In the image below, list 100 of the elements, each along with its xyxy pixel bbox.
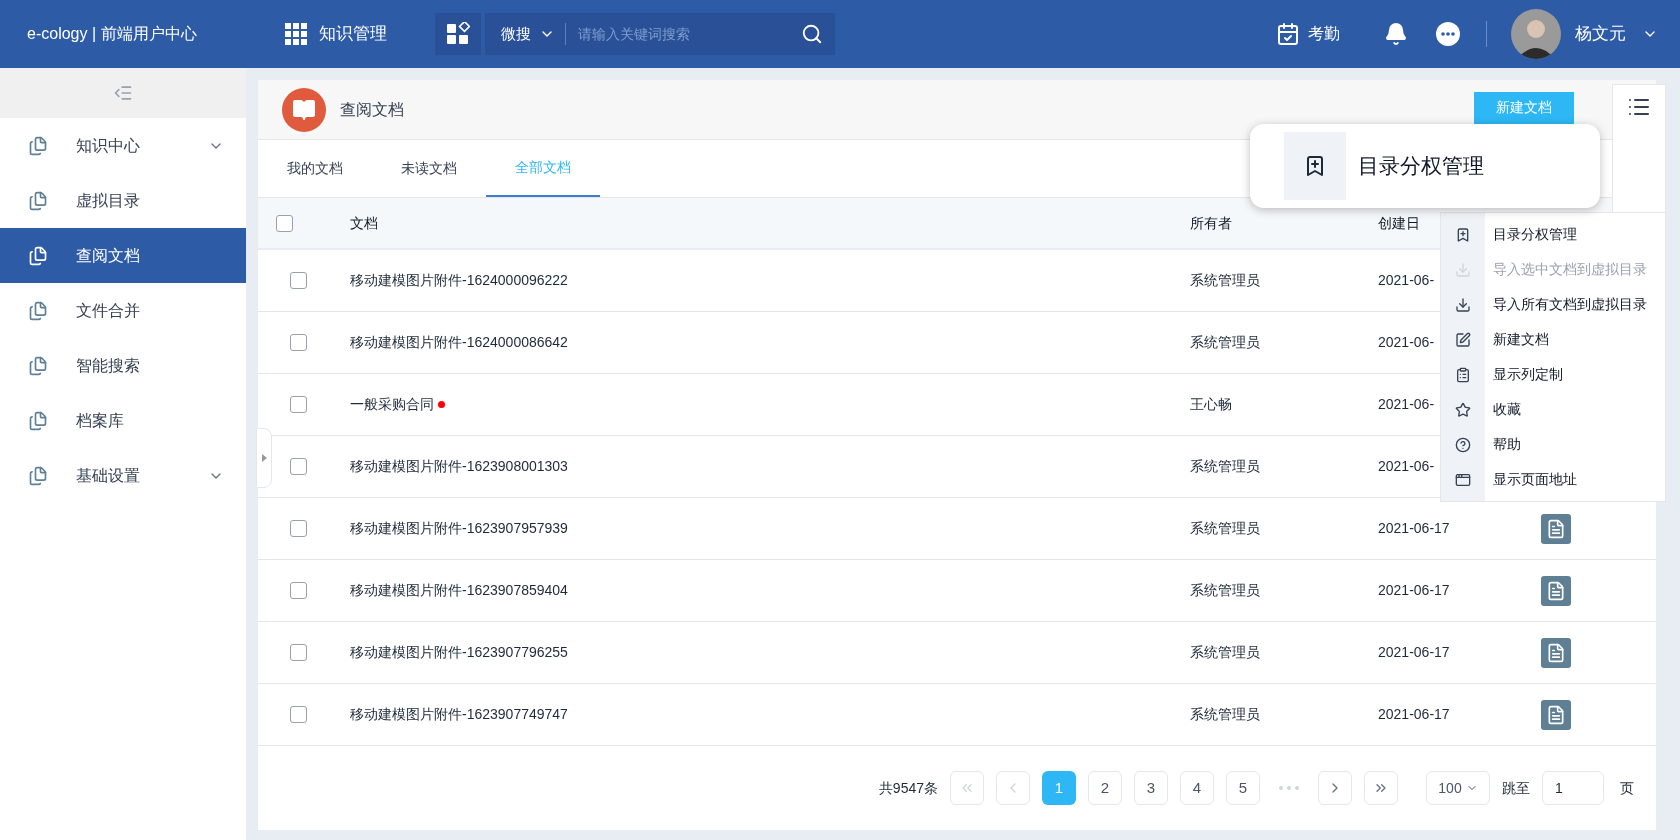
menu-item[interactable]: 目录分权管理 — [1441, 217, 1665, 252]
next-page-button[interactable] — [1318, 771, 1352, 805]
calendar-check-icon — [1276, 22, 1300, 46]
page-size-dropdown[interactable]: 100 — [1426, 771, 1490, 805]
search-scope-dropdown[interactable]: 微搜 — [485, 22, 565, 46]
clipboard-icon — [1455, 366, 1471, 383]
date-cell: 2021-06- — [1378, 334, 1435, 350]
owner-cell-text: 系统管理员 — [1190, 333, 1261, 352]
owner-cell-text: 王心畅 — [1190, 395, 1233, 414]
sidebar-item[interactable]: 基础设置 — [0, 448, 246, 503]
page-button[interactable]: 2 — [1088, 771, 1122, 805]
brand-title: e-cology | 前端用户中心 — [27, 24, 198, 44]
documents-icon — [28, 135, 48, 156]
date-cell: 2021-06-17 — [1378, 706, 1450, 722]
more-icon[interactable] — [1436, 22, 1460, 46]
jump-label: 跳至 — [1502, 778, 1530, 798]
sidebar-item[interactable]: 智能搜索 — [0, 338, 246, 393]
date-cell: 2021-06- — [1378, 272, 1435, 288]
checkbox[interactable] — [290, 458, 307, 475]
menu-item[interactable]: 导入所有文档到虚拟目录 — [1441, 287, 1665, 322]
bell-icon[interactable] — [1384, 22, 1408, 46]
download-icon — [1455, 296, 1471, 313]
avatar[interactable] — [1511, 9, 1561, 59]
document-name[interactable]: 移动建模图片附件-1623907796255 — [350, 642, 568, 663]
document-name[interactable]: 移动建模图片附件-1624000096222 — [350, 270, 568, 291]
search-icon[interactable] — [801, 23, 823, 45]
page-button[interactable]: 4 — [1180, 771, 1214, 805]
star-icon — [1455, 401, 1471, 418]
sidebar-item[interactable]: 档案库 — [0, 393, 246, 448]
date-cell: 2021-06-17 — [1378, 520, 1450, 536]
checkbox[interactable] — [290, 334, 307, 351]
document-name[interactable]: 一般采购合同 — [350, 394, 434, 415]
owner-cell-text: 系统管理员 — [1190, 581, 1261, 600]
document-name[interactable]: 移动建模图片附件-1623908001303 — [350, 456, 568, 477]
documents-icon — [28, 465, 48, 486]
sidebar-item[interactable]: 查阅文档 — [0, 228, 246, 283]
file-icon[interactable] — [1541, 575, 1571, 606]
documents-icon — [28, 245, 48, 266]
documents-icon — [28, 410, 48, 431]
documents-icon — [28, 355, 48, 376]
search-field[interactable]: 微搜 请输入关键词搜索 — [485, 13, 835, 55]
checkbox[interactable] — [290, 706, 307, 723]
documents-icon — [28, 190, 48, 211]
total-count: 共9547条 — [878, 778, 938, 798]
user-name[interactable]: 杨文元 — [1575, 21, 1626, 47]
checkbox[interactable] — [290, 272, 307, 289]
menu-item[interactable]: 显示页面地址 — [1441, 462, 1665, 497]
menu-item[interactable]: 显示列定制 — [1441, 357, 1665, 392]
column-header: 文档 — [350, 213, 379, 233]
page-button[interactable]: 3 — [1134, 771, 1168, 805]
edit-icon — [1455, 331, 1471, 348]
checkbox[interactable] — [290, 644, 307, 661]
page-input[interactable]: 1 — [1542, 771, 1604, 805]
date-cell: 2021-06- — [1378, 458, 1435, 474]
checkbox[interactable] — [290, 582, 307, 599]
tab[interactable]: 我的文档 — [258, 140, 372, 197]
menu-item[interactable]: 新建文档 — [1441, 322, 1665, 357]
document-name[interactable]: 移动建模图片附件-1623907749747 — [350, 704, 568, 725]
page-title: 查阅文档 — [340, 99, 404, 120]
column-header: 所有者 — [1190, 213, 1233, 233]
menu-item[interactable]: 收藏 — [1441, 392, 1665, 427]
grid-icon — [285, 23, 307, 45]
file-icon[interactable] — [1541, 699, 1571, 730]
owner-cell-text: 系统管理员 — [1190, 705, 1261, 724]
tab[interactable]: 未读文档 — [372, 140, 486, 197]
owner-cell-text: 系统管理员 — [1190, 271, 1261, 290]
date-cell: 2021-06-17 — [1378, 582, 1450, 598]
last-page-button[interactable] — [1364, 771, 1398, 805]
file-icon[interactable] — [1541, 513, 1571, 544]
download-icon — [1455, 261, 1471, 278]
window-icon — [1455, 471, 1471, 488]
apps-icon — [446, 22, 470, 46]
triangle-right-icon — [261, 454, 267, 462]
attendance-link[interactable]: 考勤 — [1276, 22, 1340, 46]
sidebar-item[interactable]: 虚拟目录 — [0, 173, 246, 228]
collapse-icon — [113, 83, 133, 103]
document-name[interactable]: 移动建模图片附件-1624000086642 — [350, 332, 568, 353]
checkbox[interactable] — [290, 396, 307, 413]
page-button[interactable]: 5 — [1226, 771, 1260, 805]
magnified-label: 目录分权管理 — [1358, 153, 1484, 180]
date-cell: 2021-06-17 — [1378, 644, 1450, 660]
help-icon — [1455, 436, 1471, 453]
apps-button[interactable] — [435, 13, 481, 55]
page-unit: 页 — [1620, 778, 1634, 798]
date-cell: 2021-06- — [1378, 396, 1435, 412]
document-name[interactable]: 移动建模图片附件-1623907859404 — [350, 580, 568, 601]
menu-item[interactable]: 帮助 — [1441, 427, 1665, 462]
sidebar-item[interactable]: 文件合并 — [0, 283, 246, 338]
bookmark-plus-icon — [1455, 226, 1471, 243]
owner-cell-text: 系统管理员 — [1190, 457, 1261, 476]
documents-icon — [28, 300, 48, 321]
document-name[interactable]: 移动建模图片附件-1623907957939 — [350, 518, 568, 539]
file-icon[interactable] — [1541, 637, 1571, 668]
checkbox[interactable] — [290, 520, 307, 537]
checkbox[interactable] — [276, 214, 293, 232]
owner-cell-text: 系统管理员 — [1190, 519, 1261, 538]
module-switcher[interactable]: 知识管理 — [285, 21, 387, 47]
expand-handle[interactable] — [256, 428, 272, 488]
sidebar-item[interactable]: 知识中心 — [0, 118, 246, 173]
ellipsis-icon — [1279, 786, 1299, 790]
